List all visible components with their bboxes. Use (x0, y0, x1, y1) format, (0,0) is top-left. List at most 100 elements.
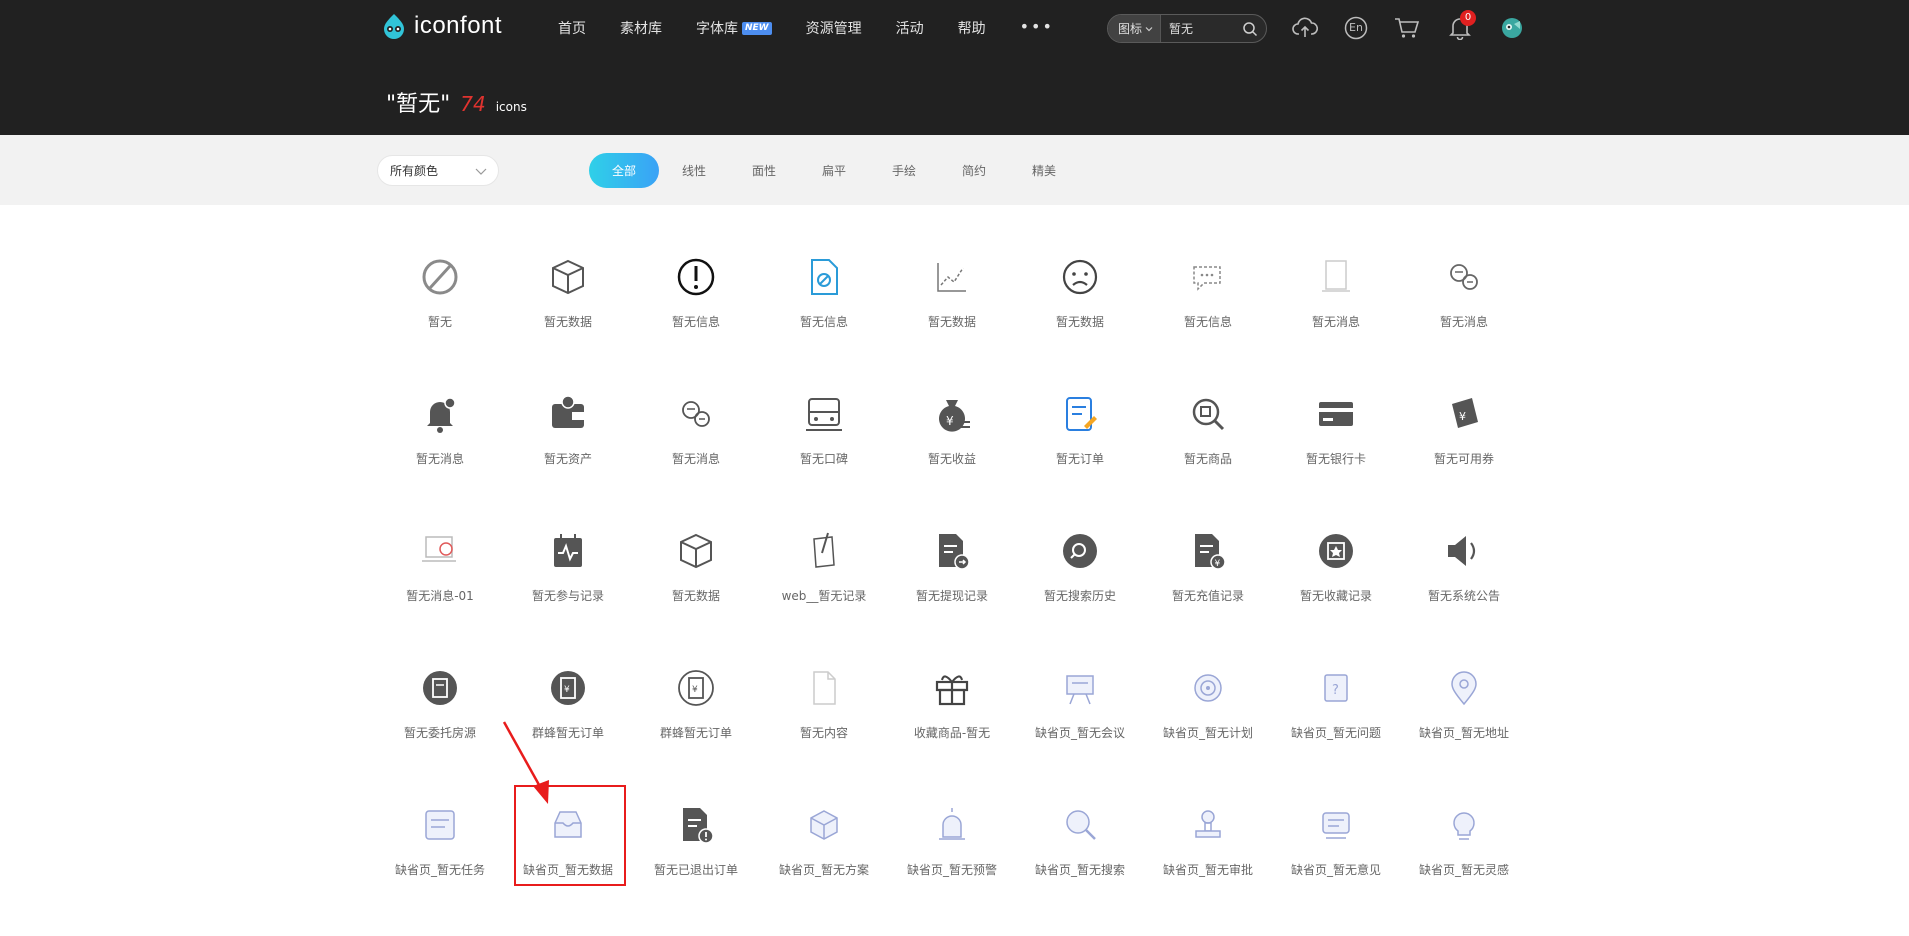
icon-card[interactable]: 暂无消息 (376, 362, 504, 499)
icon-card[interactable]: 缺省页_暂无意见 (1272, 773, 1400, 910)
tab-linear[interactable]: 线性 (659, 153, 729, 188)
icon-card[interactable]: 暂无搜索历史 (1016, 499, 1144, 636)
icon-label: 收藏商品-暂无 (913, 726, 991, 740)
icon-card[interactable]: 缺省页_暂无预警 (888, 773, 1016, 910)
bank-card-icon (1314, 392, 1358, 436)
icon-card[interactable]: 暂无收藏记录 (1272, 499, 1400, 636)
icon-label: 暂无口碑 (799, 452, 848, 466)
icon-card[interactable]: 暂无信息 (632, 225, 760, 362)
icon-card[interactable]: 暂无内容 (760, 636, 888, 773)
upload-icon[interactable] (1291, 14, 1319, 42)
tab-handdrawn[interactable]: 手绘 (869, 153, 939, 188)
icon-card[interactable]: 暂无消息 (1272, 225, 1400, 362)
icon-card[interactable]: 暂无信息 (1144, 225, 1272, 362)
search-input[interactable] (1169, 21, 1242, 36)
nav-home[interactable]: 首页 (558, 18, 586, 38)
feedback-icon (1314, 803, 1358, 847)
tab-all[interactable]: 全部 (589, 153, 659, 188)
icon-card[interactable]: 缺省页_暂无灵感 (1400, 773, 1528, 910)
icon-card[interactable]: ¥ 群蜂暂无订单 (632, 636, 760, 773)
order-doc-icon (1058, 392, 1102, 436)
icon-card[interactable]: 缺省页_暂无任务 (376, 773, 504, 910)
svg-text:¥: ¥ (1215, 559, 1221, 569)
blank-file-icon (802, 666, 846, 710)
icon-card[interactable]: ? 缺省页_暂无问题 (1272, 636, 1400, 773)
notification-bell[interactable]: 0 (1446, 10, 1476, 42)
icon-card[interactable]: 暂无订单 (1016, 362, 1144, 499)
icon-card[interactable]: 暂无资产 (504, 362, 632, 499)
wallet-icon (546, 392, 590, 436)
star-image-icon (1314, 529, 1358, 573)
icon-card[interactable]: 暂无数据 (888, 225, 1016, 362)
cart-icon[interactable] (1393, 14, 1421, 42)
tab-filled[interactable]: 面性 (729, 153, 799, 188)
avatar[interactable] (1498, 14, 1526, 42)
icon-card[interactable]: 缺省页_暂无会议 (1016, 636, 1144, 773)
icon-card[interactable]: 暂无 (376, 225, 504, 362)
icon-card[interactable]: 缺省页_暂无方案 (760, 773, 888, 910)
icon-label: 暂无数据 (1055, 315, 1104, 329)
icon-label: 缺省页_暂无地址 (1418, 726, 1509, 740)
icon-card[interactable]: 暂无数据 (504, 225, 632, 362)
search-type-select[interactable]: 图标 (1108, 15, 1162, 42)
icon-card[interactable]: 暂无数据 (632, 499, 760, 636)
nav-materials[interactable]: 素材库 (620, 18, 662, 38)
nav-help[interactable]: 帮助 (958, 18, 986, 38)
icon-card[interactable]: 暂无已退出订单 (632, 773, 760, 910)
icon-card[interactable]: 收藏商品-暂无 (888, 636, 1016, 773)
chat-bubble-icon (1186, 255, 1230, 299)
house-doc-icon (418, 666, 462, 710)
note-pen-icon (802, 529, 846, 573)
icon-card[interactable]: ¥ 暂无可用券 (1400, 362, 1528, 499)
icon-card[interactable]: 缺省页_暂无地址 (1400, 636, 1528, 773)
icon-label: 暂无信息 (1183, 315, 1232, 329)
icon-card[interactable]: 缺省页_暂无计划 (1144, 636, 1272, 773)
laptop-message-icon (418, 529, 462, 573)
chart-line-icon (930, 255, 974, 299)
icon-label: 暂无资产 (543, 452, 592, 466)
icon-card[interactable]: ¥ 暂无充值记录 (1144, 499, 1272, 636)
icon-card[interactable]: 暂无提现记录 (888, 499, 1016, 636)
icon-card[interactable]: 暂无信息 (760, 225, 888, 362)
nav-resources[interactable]: 资源管理 (806, 18, 862, 38)
icon-card[interactable]: 缺省页_暂无审批 (1144, 773, 1272, 910)
tab-flat[interactable]: 扁平 (799, 153, 869, 188)
icon-card[interactable]: 暂无消息 (1400, 225, 1528, 362)
icon-card[interactable]: 暂无消息-01 (376, 499, 504, 636)
magnifier-icon (1058, 803, 1102, 847)
icon-label: 暂无信息 (799, 315, 848, 329)
icon-card[interactable]: web__暂无记录 (760, 499, 888, 636)
filter-bar: 所有颜色 全部 线性 面性 扁平 手绘 简约 精美 (0, 135, 1909, 205)
result-query: "暂无" (386, 92, 451, 117)
icon-card[interactable]: 暂无数据 (1016, 225, 1144, 362)
icon-label: 暂无 (427, 315, 452, 329)
search-product-icon (1186, 392, 1230, 436)
icon-label: 暂无银行卡 (1305, 452, 1366, 466)
nav-fonts[interactable]: 字体库 NEW (696, 18, 772, 38)
icon-label: 缺省页_暂无会议 (1034, 726, 1125, 740)
icon-card[interactable]: 暂无参与记录 (504, 499, 632, 636)
icon-card[interactable]: ¥ 暂无收益 (888, 362, 1016, 499)
more-menu[interactable]: ••• (1020, 14, 1054, 38)
icon-card[interactable]: 暂无商品 (1144, 362, 1272, 499)
tab-exquisite[interactable]: 精美 (1009, 153, 1079, 188)
new-badge: NEW (742, 21, 772, 35)
svg-text:?: ? (1332, 683, 1339, 698)
icon-card[interactable]: 暂无口碑 (760, 362, 888, 499)
icon-card[interactable]: 暂无消息 (632, 362, 760, 499)
language-toggle[interactable]: En (1342, 14, 1370, 42)
icon-card[interactable]: 暂无委托房源 (376, 636, 504, 773)
meeting-board-icon (1058, 666, 1102, 710)
icon-card[interactable]: 缺省页_暂无搜索 (1016, 773, 1144, 910)
color-select[interactable]: 所有颜色 (377, 155, 499, 186)
icon-card[interactable]: 暂无系统公告 (1400, 499, 1528, 636)
icon-label: 缺省页_暂无搜索 (1034, 863, 1125, 877)
icon-label: 缺省页_暂无方案 (778, 863, 869, 877)
nav-activities[interactable]: 活动 (896, 18, 924, 38)
tab-simple[interactable]: 简约 (939, 153, 1009, 188)
search-icon[interactable] (1242, 21, 1258, 37)
icon-card[interactable]: 暂无银行卡 (1272, 362, 1400, 499)
avatar-icon (1502, 18, 1522, 38)
logo[interactable]: iconfont (380, 12, 502, 40)
icon-label: 暂无委托房源 (403, 726, 476, 740)
